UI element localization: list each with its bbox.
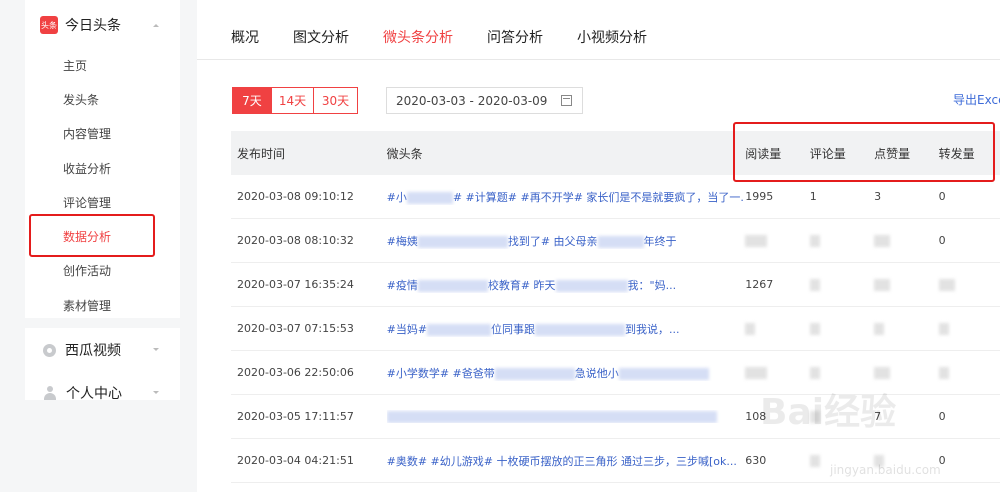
row-text[interactable]: #疫情 校教育# 昨天 我："妈... <box>387 277 744 293</box>
user-icon <box>43 386 57 400</box>
toutiao-menu: 主页 发头条 内容管理 收益分析 评论管理 数据分析 创作活动 素材管理 <box>25 48 180 322</box>
row-likes: 3 <box>874 190 882 203</box>
sidebar-item-label: 创作活动 <box>63 264 112 279</box>
sidebar-item-data-analysis[interactable]: 数据分析 <box>25 219 180 253</box>
tab-micro-toutiao-analysis[interactable]: 微头条分析 <box>383 27 453 59</box>
row-reads: 1267 <box>745 278 774 291</box>
row-comments: 1 <box>809 190 817 203</box>
table-row: 2020-03-07 16:35:24 #疫情 校教育# 昨天 我："妈... 12… <box>231 263 1000 307</box>
row-likes <box>872 234 936 247</box>
row-likes <box>872 366 936 379</box>
watermark-url: jingyan.baidu.com <box>830 463 941 477</box>
xigua-title: 西瓜视频 <box>65 343 121 359</box>
tab-short-video-analysis[interactable]: 小视频分析 <box>577 27 647 59</box>
row-time: 2020-03-07 16:35:24 <box>237 278 354 291</box>
row-comments <box>808 366 872 379</box>
table-row: 2020-03-08 08:10:32 #梅姨 找到了# 由父母亲 年终于 0 <box>231 219 1000 263</box>
other-sections: 西瓜视频 个人中心 <box>25 328 180 402</box>
table-header: 发布时间 微头条 阅读量 评论量 点赞量 转发量 <box>231 131 1000 175</box>
header-publish-time: 发布时间 <box>237 146 286 161</box>
personal-title: 个人中心 <box>66 386 122 402</box>
analysis-tabs: 概况 图文分析 微头条分析 问答分析 小视频分析 <box>197 0 1000 60</box>
row-reads <box>743 366 807 379</box>
row-shares <box>937 278 1000 291</box>
chevron-down-icon[interactable] <box>150 344 162 356</box>
tab-qa-analysis[interactable]: 问答分析 <box>487 27 543 59</box>
xigua-header[interactable]: 西瓜视频 <box>25 337 180 363</box>
date-range-value: 2020-03-03 - 2020-03-09 <box>396 93 548 108</box>
sidebar: 头条 今日头条 主页 发头条 内容管理 收益分析 评论管理 数据分析 创作活动 … <box>25 0 180 402</box>
row-shares <box>937 322 1000 335</box>
sidebar-item-label: 发头条 <box>63 92 100 107</box>
header-reads: 阅读量 <box>745 146 782 161</box>
sidebar-item-label: 评论管理 <box>63 195 112 210</box>
row-reads: 1995 <box>745 190 774 203</box>
xigua-video-icon <box>43 343 56 357</box>
row-text[interactable]: #奥数# #幼儿游戏# 十枚硬币摆放的正三角形 通过三步，三步喊[ok... <box>387 453 744 469</box>
range-selector: 7天 14天 30天 <box>232 87 358 114</box>
row-comments <box>808 278 872 291</box>
personal-header[interactable]: 个人中心 <box>25 380 180 406</box>
tab-article-analysis[interactable]: 图文分析 <box>293 27 349 59</box>
sidebar-item-label: 主页 <box>63 58 88 73</box>
date-range-picker[interactable]: 2020-03-03 - 2020-03-09 <box>386 87 583 114</box>
row-time: 2020-03-05 17:11:57 <box>237 410 354 423</box>
chevron-up-icon[interactable] <box>150 19 162 31</box>
toutiao-logo-icon: 头条 <box>40 16 58 34</box>
row-text[interactable]: #当妈# 位同事跟 到我说，... <box>387 321 744 337</box>
sidebar-item-creative-activities[interactable]: 创作活动 <box>25 254 180 288</box>
row-shares <box>937 366 1000 379</box>
range-14-days-button[interactable]: 14天 <box>272 87 314 114</box>
row-likes <box>872 278 936 291</box>
row-text[interactable]: #小 # #计算题# #再不开学# 家长们是不是就要疯了，当了一... <box>387 189 743 205</box>
export-excel-link[interactable]: 导出Excel <box>953 91 1000 108</box>
sidebar-item-home[interactable]: 主页 <box>25 48 180 82</box>
table-row: 2020-03-07 07:15:53 #当妈# 位同事跟 到我说，... <box>231 307 1000 351</box>
sidebar-item-label: 数据分析 <box>63 230 112 245</box>
watermark-logo: Bai经验 <box>760 392 897 433</box>
row-shares: 0 <box>938 190 946 203</box>
sidebar-item-material-management[interactable]: 素材管理 <box>25 288 180 322</box>
sidebar-item-label: 素材管理 <box>63 298 112 313</box>
row-text[interactable]: #小学数学# #爸爸带 急说他小 <box>387 365 744 381</box>
row-time: 2020-03-06 22:50:06 <box>237 366 354 379</box>
row-text[interactable]: #梅姨 找到了# 由父母亲 年终于 <box>387 233 744 249</box>
row-shares: 0 <box>938 454 946 467</box>
row-time: 2020-03-04 04:21:51 <box>237 454 354 467</box>
row-comments <box>808 234 872 247</box>
sidebar-item-comment-management[interactable]: 评论管理 <box>25 185 180 219</box>
row-reads: 630 <box>745 454 767 467</box>
row-time: 2020-03-07 07:15:53 <box>237 322 354 335</box>
sidebar-item-revenue-analysis[interactable]: 收益分析 <box>25 151 180 185</box>
row-time: 2020-03-08 08:10:32 <box>237 234 354 247</box>
table-row: 2020-03-08 09:10:12 #小 # #计算题# #再不开学# 家长们… <box>231 175 1000 219</box>
header-shares: 转发量 <box>938 146 975 161</box>
sidebar-item-label: 收益分析 <box>63 161 112 176</box>
row-reads <box>743 234 807 247</box>
toutiao-header[interactable]: 头条 今日头条 <box>25 12 180 38</box>
row-time: 2020-03-08 09:10:12 <box>237 190 354 203</box>
row-likes <box>872 322 936 335</box>
range-30-days-button[interactable]: 30天 <box>314 87 358 114</box>
sidebar-item-label: 内容管理 <box>63 127 112 142</box>
header-micro-toutiao: 微头条 <box>386 146 423 161</box>
row-reads <box>743 322 807 335</box>
row-comments <box>808 322 872 335</box>
row-shares: 0 <box>938 410 946 423</box>
sidebar-item-content-management[interactable]: 内容管理 <box>25 117 180 151</box>
toutiao-title: 今日头条 <box>65 18 121 34</box>
tab-overview[interactable]: 概况 <box>231 27 259 59</box>
header-likes: 点赞量 <box>874 146 911 161</box>
row-text[interactable] <box>386 410 744 423</box>
header-comments: 评论量 <box>809 146 846 161</box>
calendar-icon <box>561 95 572 106</box>
chevron-down-icon[interactable] <box>150 387 162 399</box>
toutiao-section: 头条 今日头条 主页 发头条 内容管理 收益分析 评论管理 数据分析 创作活动 … <box>25 0 180 318</box>
row-shares: 0 <box>938 234 946 247</box>
range-7-days-button[interactable]: 7天 <box>232 87 272 114</box>
sidebar-item-post[interactable]: 发头条 <box>25 82 180 116</box>
